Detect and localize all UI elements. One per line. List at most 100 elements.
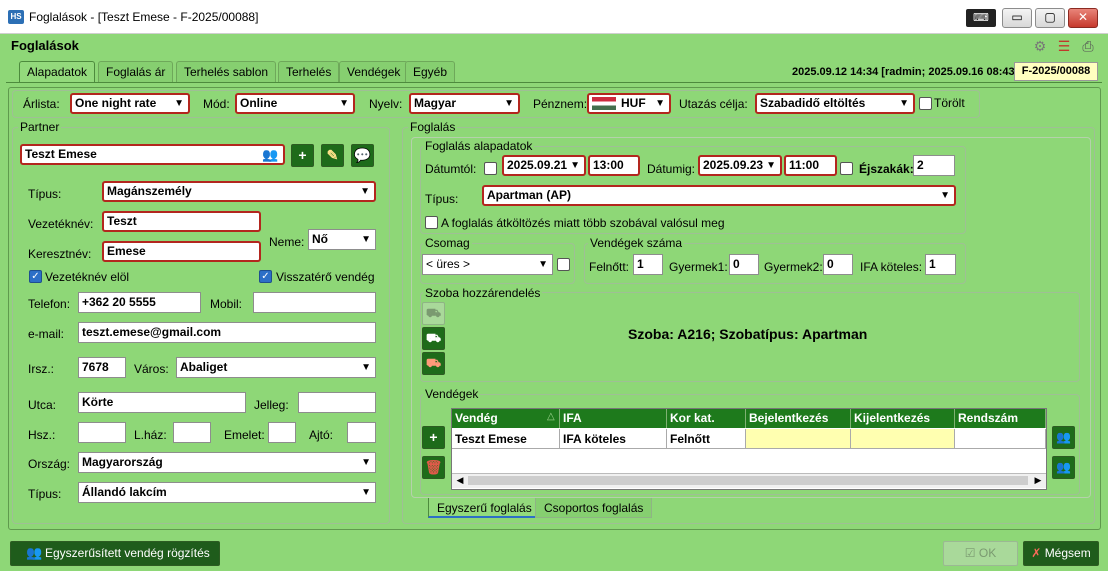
- tab-foglalas-ar[interactable]: Foglalás ár: [98, 61, 174, 82]
- keyboard-icon[interactable]: ⌨: [966, 9, 996, 27]
- vezeteknev-input[interactable]: Teszt: [102, 211, 261, 232]
- datumig-input[interactable]: 2025.09.23: [698, 155, 782, 176]
- emelet-input[interactable]: [268, 422, 296, 443]
- orszag-select[interactable]: Magyarország: [78, 452, 376, 473]
- atkoltozes-checkbox[interactable]: [425, 216, 438, 229]
- vezeteknev-elol-checkbox[interactable]: ✓: [29, 270, 42, 283]
- cell-bejelentkezes[interactable]: [746, 429, 851, 449]
- ok-button[interactable]: ☑ OK: [943, 541, 1018, 566]
- col-ifa[interactable]: IFA: [560, 409, 667, 428]
- utca-input[interactable]: Körte: [78, 392, 246, 413]
- utazas-label: Utazás célja:: [679, 97, 748, 111]
- ejszakak-input[interactable]: 2: [913, 155, 955, 176]
- mobil-input[interactable]: [253, 292, 376, 313]
- datumtol-checkbox[interactable]: [484, 162, 497, 175]
- visszatero-checkbox[interactable]: ✓: [259, 270, 272, 283]
- col-rendszam[interactable]: Rendszám: [955, 409, 1046, 428]
- gyermek2-label: Gyermek2:: [764, 260, 823, 274]
- ejszakak-label: Éjszakák:: [859, 162, 914, 176]
- guest-edit-button[interactable]: 👥: [1052, 456, 1075, 479]
- hsz-label: Hsz.:: [28, 428, 56, 442]
- col-vendeg[interactable]: Vendég: [452, 409, 560, 428]
- torolt-checkbox[interactable]: [919, 97, 932, 110]
- ido2-input[interactable]: 11:00: [784, 155, 837, 176]
- ifa-input[interactable]: 1: [925, 254, 956, 275]
- tab-terheles[interactable]: Terhelés: [278, 61, 340, 82]
- cell-ifa[interactable]: IFA köteles: [560, 429, 667, 449]
- tab-egyeb[interactable]: Egyéb: [405, 61, 456, 82]
- nyelv-select[interactable]: Magyar: [409, 93, 520, 114]
- list-icon[interactable]: ☰: [1056, 38, 1072, 54]
- hsz-input[interactable]: [78, 422, 126, 443]
- col-kijelentkezes[interactable]: Kijelentkezés: [851, 409, 955, 428]
- arlista-label: Árlista:: [23, 97, 60, 111]
- orszag-label: Ország:: [28, 457, 71, 471]
- partner-search-icon[interactable]: 👥: [262, 147, 278, 163]
- szobatipus-select[interactable]: Apartman (AP): [482, 185, 956, 206]
- maximize-button[interactable]: ▢: [1035, 8, 1065, 28]
- close-button[interactable]: ✕: [1068, 8, 1098, 28]
- varos-select[interactable]: Abaliget: [176, 357, 376, 378]
- edit-partner-button[interactable]: ✎: [321, 144, 344, 167]
- gear-icon[interactable]: ⚙: [1032, 38, 1048, 54]
- gyermek1-input[interactable]: 0: [729, 254, 759, 275]
- remove-room-button[interactable]: ⛟: [422, 352, 445, 375]
- add-guest-button[interactable]: +: [422, 426, 445, 449]
- utazas-select[interactable]: Szabadidő eltöltés: [755, 93, 915, 114]
- tipus-select[interactable]: Magánszemély: [102, 181, 376, 202]
- tab-terheles-sablon[interactable]: Terhelés sablon: [176, 61, 277, 82]
- cell-rendszam[interactable]: [955, 429, 1046, 449]
- scroll-right-icon[interactable]: ▶: [1031, 474, 1045, 487]
- tab-vendegek[interactable]: Vendégek: [339, 61, 409, 82]
- delete-guest-button[interactable]: 🗑: [422, 456, 445, 479]
- col-kor[interactable]: Kor kat.: [667, 409, 746, 428]
- irsz-input[interactable]: 7678: [78, 357, 126, 378]
- ajto-label: Ajtó:: [309, 428, 334, 442]
- minimize-button[interactable]: ▭: [1002, 8, 1032, 28]
- assign-room-button[interactable]: ⛟: [422, 302, 445, 325]
- telefon-label: Telefon:: [28, 297, 71, 311]
- guest-select-button[interactable]: 👥: [1052, 426, 1075, 449]
- felnott-input[interactable]: 1: [633, 254, 663, 275]
- keresztnev-input[interactable]: Emese: [102, 241, 261, 262]
- jelleg-input[interactable]: [298, 392, 376, 413]
- csomag-checkbox[interactable]: [557, 258, 570, 271]
- csomag-select[interactable]: < üres >: [422, 254, 553, 275]
- ido1-input[interactable]: 13:00: [588, 155, 640, 176]
- tab-egyszeru-foglalas[interactable]: Egyszerű foglalás: [428, 498, 541, 518]
- alapadatok-legend: Foglalás alapadatok: [423, 139, 535, 153]
- irsz-label: Irsz.:: [28, 362, 54, 376]
- cell-vendeg[interactable]: Teszt Emese: [452, 429, 560, 449]
- ajto-input[interactable]: [347, 422, 376, 443]
- telefon-input[interactable]: +362 20 5555: [78, 292, 201, 313]
- lakcim-tipus-select[interactable]: Állandó lakcím: [78, 482, 376, 503]
- nyelv-label: Nyelv:: [369, 97, 403, 111]
- partner-info-button[interactable]: 💬: [351, 144, 374, 167]
- tab-alapadatok[interactable]: Alapadatok: [19, 61, 96, 83]
- scroll-thumb[interactable]: [468, 476, 1028, 485]
- print-icon[interactable]: ⎙: [1080, 38, 1096, 54]
- record-status: 2025.09.12 14:34 [radmin; 2025.09.16 08:…: [792, 66, 1019, 78]
- col-bejelentkezes[interactable]: Bejelentkezés: [746, 409, 851, 428]
- change-room-button[interactable]: ⛟: [422, 327, 445, 350]
- add-partner-button[interactable]: +: [291, 144, 314, 167]
- datumtol-input[interactable]: 2025.09.21: [502, 155, 586, 176]
- lhaz-input[interactable]: [173, 422, 211, 443]
- partner-name-input[interactable]: Teszt Emese: [20, 144, 285, 165]
- cancel-button[interactable]: ✗ Mégsem: [1023, 541, 1099, 566]
- scroll-left-icon[interactable]: ◀: [453, 474, 467, 487]
- lhaz-label: L.ház:: [134, 428, 167, 442]
- cell-kijelentkezes[interactable]: [851, 429, 955, 449]
- guest-add-icon: 👥: [26, 545, 43, 560]
- gyermek2-input[interactable]: 0: [823, 254, 853, 275]
- arlista-select[interactable]: One night rate: [70, 93, 190, 114]
- neme-select[interactable]: Nő: [308, 229, 376, 250]
- vezeteknev-elol-label: Vezetéknév elöl: [45, 270, 130, 284]
- cell-kor[interactable]: Felnőtt: [667, 429, 746, 449]
- email-input[interactable]: teszt.emese@gmail.com: [78, 322, 376, 343]
- ejszakak-checkbox[interactable]: [840, 162, 853, 175]
- mod-select[interactable]: Online: [235, 93, 355, 114]
- tab-csoportos-foglalas[interactable]: Csoportos foglalás: [535, 498, 653, 518]
- tipus-foglalas-label: Típus:: [425, 192, 459, 206]
- felnott-label: Felnőtt:: [589, 260, 630, 274]
